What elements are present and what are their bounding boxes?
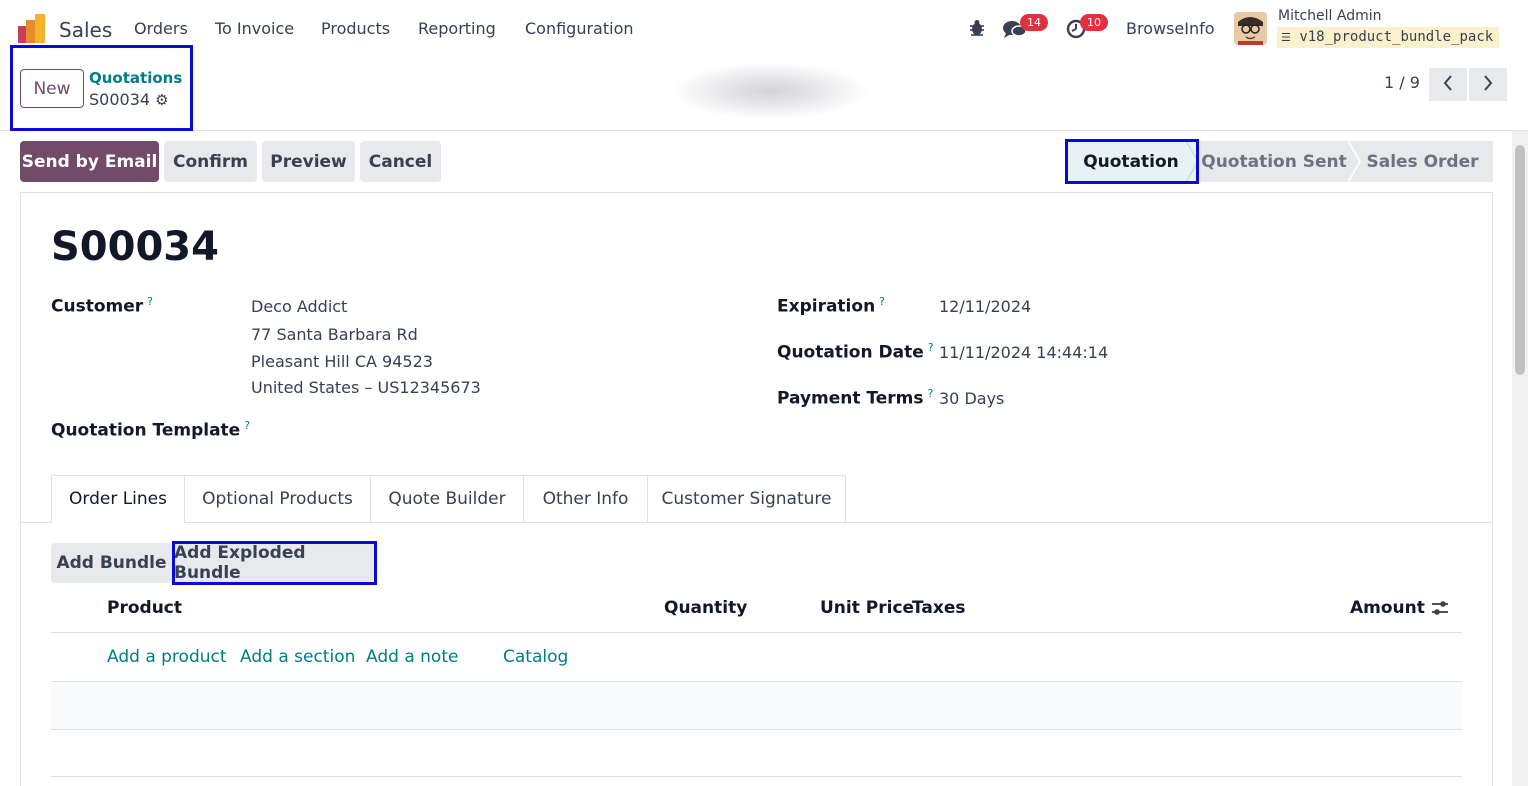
- user-avatar[interactable]: [1234, 12, 1267, 45]
- optional-columns-settings-icon[interactable]: [1431, 599, 1449, 621]
- cancel-button[interactable]: Cancel: [360, 141, 441, 182]
- customer-name[interactable]: Deco Addict: [251, 297, 347, 316]
- highlight-box-quotation-stage: [1065, 139, 1199, 184]
- page-title: S00034: [51, 224, 219, 270]
- column-quantity[interactable]: Quantity: [664, 598, 747, 618]
- quotation-template-label: Quotation Template?: [51, 419, 250, 441]
- payment-terms-field[interactable]: 30 Days: [939, 389, 1004, 408]
- database-name: ☰ v18_product_bundle_pack: [1277, 27, 1500, 48]
- add-product-link[interactable]: Add a product: [107, 647, 227, 667]
- customer-city: Pleasant Hill CA 94523: [251, 352, 433, 371]
- payment-terms-label: Payment Terms?: [777, 387, 933, 409]
- expiration-label: Expiration?: [777, 295, 885, 317]
- debug-bug-icon[interactable]: [968, 19, 986, 41]
- tab-quote-builder[interactable]: Quote Builder: [370, 475, 524, 523]
- database-icon: ☰: [1281, 31, 1291, 44]
- highlight-box-breadcrumb: [10, 45, 193, 131]
- column-unit-price[interactable]: Unit Price: [820, 598, 914, 618]
- tab-order-lines[interactable]: Order Lines: [51, 475, 185, 523]
- send-by-email-button[interactable]: Send by Email: [20, 141, 159, 182]
- sales-app-logo-icon[interactable]: [18, 14, 48, 44]
- help-icon[interactable]: ?: [928, 387, 934, 400]
- pager-value[interactable]: 1 / 9: [1384, 73, 1420, 92]
- table-row-divider: [51, 729, 1462, 730]
- customer-label-text: Customer: [51, 296, 144, 317]
- confirm-button[interactable]: Confirm: [164, 141, 257, 182]
- help-icon[interactable]: ?: [928, 341, 934, 354]
- highlight-box-exploded-bundle: [172, 541, 377, 585]
- expiration-field[interactable]: 12/11/2024: [939, 297, 1031, 316]
- add-note-link[interactable]: Add a note: [366, 647, 458, 667]
- add-bundle-button[interactable]: Add Bundle: [51, 543, 172, 583]
- quotation-date-label: Quotation Date?: [777, 341, 934, 363]
- column-product[interactable]: Product: [107, 598, 182, 618]
- payment-terms-label-text: Payment Terms: [777, 388, 924, 409]
- menu-configuration[interactable]: Configuration: [525, 19, 634, 38]
- menu-orders[interactable]: Orders: [134, 19, 188, 38]
- pager-next-button[interactable]: [1469, 68, 1507, 101]
- control-panel: New Quotations S00034 ⚙ 1 / 9: [0, 45, 1528, 131]
- quotation-date-label-text: Quotation Date: [777, 342, 924, 363]
- activities-count-badge: 10: [1080, 14, 1108, 31]
- expiration-label-text: Expiration: [777, 296, 876, 317]
- stage-sales-order[interactable]: Sales Order: [1352, 141, 1493, 182]
- help-icon[interactable]: ?: [244, 419, 250, 432]
- database-label: v18_product_bundle_pack: [1299, 29, 1494, 45]
- tab-optional-products[interactable]: Optional Products: [184, 475, 371, 523]
- table-row-divider: [51, 776, 1462, 777]
- tab-other-info[interactable]: Other Info: [523, 475, 648, 523]
- quotation-date-field[interactable]: 11/11/2024 14:44:14: [939, 343, 1108, 362]
- user-name[interactable]: Mitchell Admin: [1278, 8, 1382, 24]
- catalog-link[interactable]: Catalog: [503, 647, 568, 667]
- scrollbar-thumb[interactable]: [1515, 145, 1525, 375]
- menu-products[interactable]: Products: [321, 19, 390, 38]
- quotation-template-label-text: Quotation Template: [51, 420, 241, 441]
- company-switcher[interactable]: BrowseInfo: [1126, 19, 1215, 38]
- chevron-left-icon: [1443, 74, 1453, 95]
- customer-street: 77 Santa Barbara Rd: [251, 325, 418, 344]
- pager-previous-button[interactable]: [1429, 68, 1467, 101]
- top-navbar: Sales Orders To Invoice Products Reporti…: [0, 0, 1528, 57]
- column-amount[interactable]: Amount: [1350, 598, 1425, 618]
- app-name[interactable]: Sales: [59, 18, 112, 42]
- customer-country: United States – US12345673: [251, 378, 481, 397]
- column-taxes[interactable]: Taxes: [912, 598, 966, 618]
- preview-button[interactable]: Preview: [262, 141, 355, 182]
- messages-count-badge: 14: [1020, 14, 1048, 31]
- page-scrollbar[interactable]: [1512, 131, 1528, 786]
- table-header-divider: [51, 632, 1462, 633]
- stage-arrow-icon: [1348, 141, 1361, 182]
- stage-quotation-sent[interactable]: Quotation Sent: [1196, 141, 1352, 182]
- help-icon[interactable]: ?: [147, 295, 153, 308]
- help-icon[interactable]: ?: [879, 295, 885, 308]
- add-section-link[interactable]: Add a section: [240, 647, 355, 667]
- menu-reporting[interactable]: Reporting: [418, 19, 496, 38]
- customer-label: Customer?: [51, 295, 153, 317]
- empty-table-row: [51, 682, 1462, 729]
- chevron-right-icon: [1483, 74, 1493, 95]
- menu-to-invoice[interactable]: To Invoice: [215, 19, 294, 38]
- tab-customer-signature[interactable]: Customer Signature: [647, 475, 846, 523]
- blurred-region: [670, 62, 870, 120]
